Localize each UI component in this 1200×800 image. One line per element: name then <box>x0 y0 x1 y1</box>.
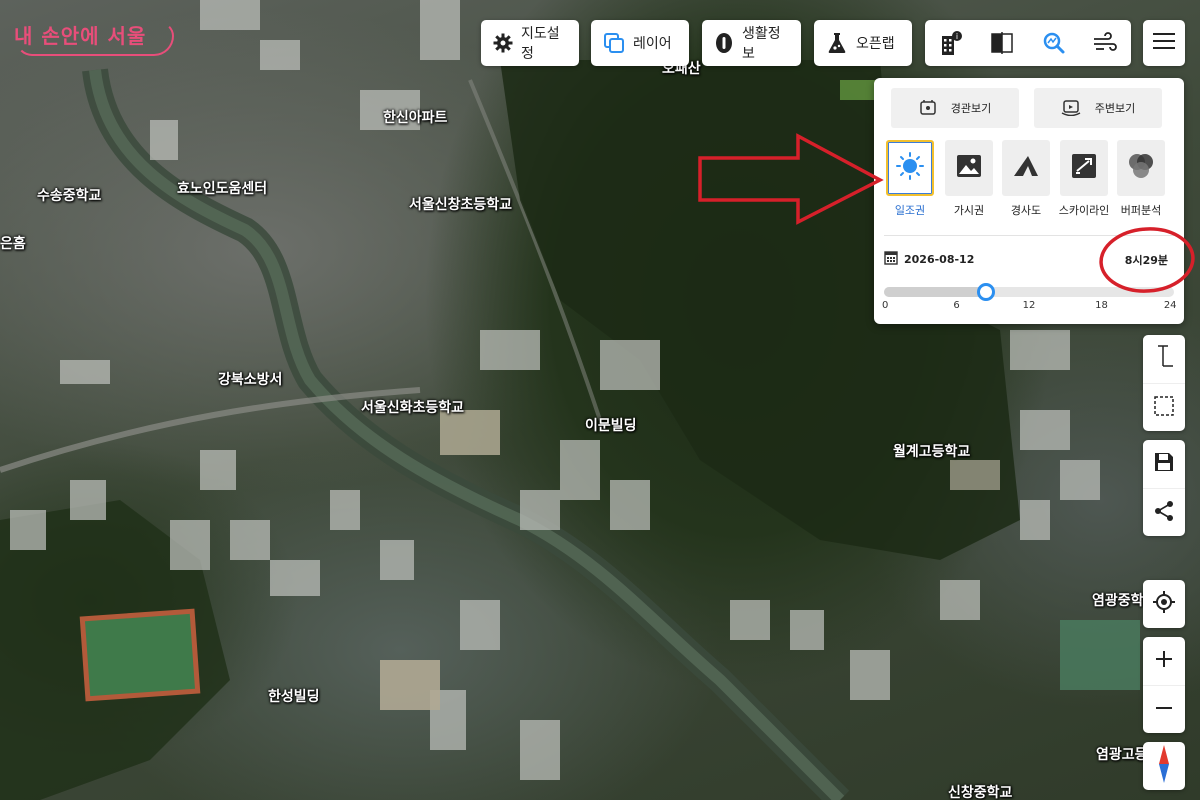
tool-box <box>886 140 934 196</box>
dashed-square-icon <box>1153 395 1175 421</box>
tool-box <box>945 140 993 196</box>
map-label[interactable]: 염광중학 <box>1092 590 1144 610</box>
tool-sunlight[interactable]: 일조권 <box>885 140 935 218</box>
plus-icon <box>1154 649 1174 673</box>
minus-icon <box>1154 698 1174 722</box>
svg-text:i: i <box>956 32 958 41</box>
measure-area-button[interactable] <box>1143 383 1185 431</box>
save-icon <box>1153 451 1175 477</box>
map-label[interactable]: 염광고등 <box>1096 744 1148 764</box>
map-label[interactable]: 서울신화초등학교 <box>361 397 464 417</box>
map-label[interactable]: 효노인도움센터 <box>177 178 267 198</box>
zoom-out-button[interactable] <box>1143 685 1185 733</box>
time-slider-thumb[interactable] <box>977 283 996 301</box>
landscape-view-button[interactable]: 경관보기 <box>891 88 1019 128</box>
panel-divider <box>884 235 1174 236</box>
measure-height-button[interactable] <box>1143 335 1185 383</box>
open-lab-button[interactable]: 오픈랩 <box>814 20 912 66</box>
map-label[interactable]: 월계고등학교 <box>893 441 970 461</box>
tool-box <box>1060 140 1108 196</box>
time-slider-ticks: 0 6 12 18 24 <box>882 300 1177 314</box>
surrounding-view-label: 주변보기 <box>1094 102 1136 115</box>
map-label[interactable]: 강북소방서 <box>218 369 282 389</box>
tool-label: 경사도 <box>1010 204 1042 217</box>
slope-icon <box>1012 154 1040 182</box>
slider-tick-label: 12 <box>1022 300 1036 311</box>
open-lab-label: 오픈랩 <box>856 36 895 52</box>
tool-visibility[interactable]: 가시권 <box>944 140 994 218</box>
layers-label: 레이어 <box>633 36 672 52</box>
slider-tick-label: 0 <box>882 300 889 311</box>
tool-label: 가시권 <box>953 204 985 217</box>
compass-icon <box>1157 744 1171 788</box>
toolbar-icon-group: i <box>925 20 1131 66</box>
map-settings-label: 지도설정 <box>521 26 560 62</box>
date-picker[interactable]: 2026-08-12 <box>884 250 974 268</box>
split-view-icon[interactable] <box>982 23 1022 63</box>
building-info-icon[interactable]: i <box>931 23 971 63</box>
slider-tick-label: 24 <box>1163 300 1177 311</box>
ruler-vertical-icon <box>1153 344 1175 374</box>
map-label[interactable]: 이문빌딩 <box>585 415 637 435</box>
tool-box <box>1117 140 1165 196</box>
analysis-search-icon[interactable] <box>1034 23 1074 63</box>
landscape-view-icon <box>919 98 937 119</box>
map-label[interactable]: 한성빌딩 <box>268 686 320 706</box>
gear-icon <box>493 32 513 54</box>
my-location-button[interactable] <box>1143 580 1185 628</box>
map-label[interactable]: 은홈 <box>0 233 26 253</box>
measure-tools <box>1143 335 1185 431</box>
tool-buffer[interactable]: 버퍼분석 <box>1116 140 1166 218</box>
layers-button[interactable]: 레이어 <box>591 20 689 66</box>
calendar-icon <box>884 250 898 268</box>
location-tools <box>1143 580 1185 628</box>
life-info-button[interactable]: 생활정보 <box>702 20 801 66</box>
menu-icon <box>1152 31 1176 55</box>
flask-icon <box>826 32 848 54</box>
compass-button[interactable] <box>1143 742 1185 790</box>
tool-label: 스카이라인 <box>1058 204 1110 217</box>
tool-slope[interactable]: 경사도 <box>1001 140 1051 218</box>
map-label[interactable]: 서울신창초등학교 <box>409 194 512 214</box>
crosshair-icon <box>1152 590 1176 618</box>
map-label[interactable]: 수송중학교 <box>37 185 101 205</box>
pin-icon <box>714 32 734 54</box>
buffer-icon <box>1126 152 1156 184</box>
slider-tick-label: 6 <box>953 300 960 311</box>
share-icon <box>1153 500 1175 526</box>
skyline-icon <box>1071 153 1097 183</box>
hamburger-menu-button[interactable] <box>1143 20 1185 66</box>
surrounding-view-icon <box>1061 98 1081 119</box>
time-slider[interactable] <box>884 283 1174 301</box>
tool-label: 버퍼분석 <box>1120 204 1162 217</box>
zoom-tools <box>1143 637 1185 733</box>
tool-label: 일조권 <box>894 204 926 217</box>
image-icon <box>956 154 982 182</box>
app-logo[interactable]: 내 손안에 서울 <box>14 20 146 49</box>
landscape-view-label: 경관보기 <box>950 102 992 115</box>
analysis-panel: 경관보기 주변보기 일조권 가시권 경사도 스카이라인 버퍼분석 2026-08… <box>874 78 1184 324</box>
tool-skyline[interactable]: 스카이라인 <box>1059 140 1109 218</box>
life-info-label: 생활정보 <box>742 26 781 62</box>
tool-box <box>1002 140 1050 196</box>
map-label[interactable]: 신창중학교 <box>948 782 1012 800</box>
time-slider-fill <box>884 287 987 297</box>
map-settings-button[interactable]: 지도설정 <box>481 20 579 66</box>
map-label[interactable]: 한신아파트 <box>383 107 447 127</box>
wind-icon[interactable] <box>1085 23 1125 63</box>
time-display: 8시29분 <box>1124 254 1168 267</box>
layers-icon <box>603 32 625 54</box>
date-value: 2026-08-12 <box>904 252 975 266</box>
sun-icon <box>895 151 925 185</box>
compass-tool <box>1143 742 1185 790</box>
save-button[interactable] <box>1143 440 1185 488</box>
slider-tick-label: 18 <box>1095 300 1108 311</box>
surrounding-view-button[interactable]: 주변보기 <box>1034 88 1162 128</box>
zoom-in-button[interactable] <box>1143 637 1185 685</box>
file-tools <box>1143 440 1185 536</box>
share-button[interactable] <box>1143 488 1185 536</box>
